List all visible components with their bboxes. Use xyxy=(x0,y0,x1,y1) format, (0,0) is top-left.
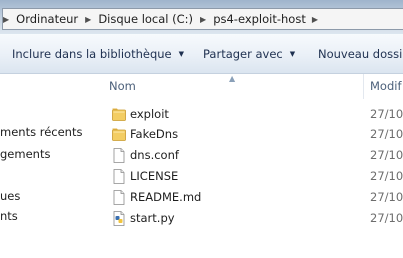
folder-icon xyxy=(112,108,126,121)
file-name: FakeDns xyxy=(130,127,179,141)
file-name: start.py xyxy=(130,211,175,225)
address-bar-strip: ▶ Ordinateur ▶ Disque local (C:) ▶ ps4-e… xyxy=(0,0,403,34)
include-in-library-button[interactable]: Inclure dans la bibliothèque ▼ xyxy=(12,47,184,61)
python-file-icon xyxy=(113,211,125,226)
file-name: LICENSE xyxy=(130,169,179,183)
chevron-right-icon[interactable]: ▶ xyxy=(3,15,15,24)
file-row-fakedns[interactable]: FakeDns 27/10/ xyxy=(98,124,403,144)
file-date: 27/10/ xyxy=(370,211,403,225)
file-list: exploit 27/10/ FakeDns 27/10/ dns.conf 2… xyxy=(98,99,403,258)
column-modified-header[interactable]: Modif xyxy=(370,79,402,93)
breadcrumb-local-disk[interactable]: Disque local (C:) xyxy=(97,12,194,26)
folder-icon xyxy=(112,128,126,141)
include-in-library-label: Inclure dans la bibliothèque xyxy=(12,47,172,61)
nav-item-downloads[interactable]: gements xyxy=(0,147,50,161)
chevron-right-icon[interactable]: ▶ xyxy=(307,15,324,24)
nav-item-recent-places[interactable]: ments récents xyxy=(0,125,82,139)
chevron-right-icon[interactable]: ▶ xyxy=(79,15,97,24)
nav-item-documents[interactable]: nts xyxy=(0,209,18,223)
file-date: 27/10/ xyxy=(370,190,403,204)
nav-item-libraries[interactable]: ues xyxy=(0,189,20,203)
command-toolbar: Inclure dans la bibliothèque ▼ Partager … xyxy=(0,34,403,74)
document-icon xyxy=(113,190,125,205)
sort-ascending-icon: ▲ xyxy=(229,74,236,83)
breadcrumb-current-folder[interactable]: ps4-exploit-host xyxy=(212,12,307,26)
share-with-label: Partager avec xyxy=(203,47,283,61)
file-row-dns-conf[interactable]: dns.conf 27/10/ xyxy=(98,145,403,165)
file-name: exploit xyxy=(130,107,169,121)
caret-down-icon: ▼ xyxy=(178,50,185,58)
file-row-readme[interactable]: README.md 27/10/ xyxy=(98,187,403,207)
new-folder-label: Nouveau dossie xyxy=(318,47,403,61)
file-date: 27/10/ xyxy=(370,127,403,141)
breadcrumb-ordinateur[interactable]: Ordinateur xyxy=(15,12,79,26)
file-name: dns.conf xyxy=(130,148,179,162)
column-name-header[interactable]: Nom xyxy=(109,79,136,93)
navigation-pane: ments récents gements ues nts xyxy=(0,74,98,258)
address-bar[interactable]: ▶ Ordinateur ▶ Disque local (C:) ▶ ps4-e… xyxy=(2,8,403,30)
column-header: Nom ▲ Modif xyxy=(98,74,403,99)
document-icon xyxy=(113,148,125,163)
file-row-license[interactable]: LICENSE 27/10/ xyxy=(98,166,403,186)
column-divider[interactable] xyxy=(363,74,364,99)
share-with-button[interactable]: Partager avec ▼ xyxy=(203,47,295,61)
file-date: 27/10/ xyxy=(370,169,403,183)
caret-down-icon: ▼ xyxy=(289,50,296,58)
file-name: README.md xyxy=(130,190,202,204)
file-date: 27/10/ xyxy=(370,148,403,162)
new-folder-button[interactable]: Nouveau dossie xyxy=(318,47,403,61)
file-date: 27/10/ xyxy=(370,107,403,121)
chevron-right-icon[interactable]: ▶ xyxy=(194,15,212,24)
file-row-exploit[interactable]: exploit 27/10/ xyxy=(98,104,403,124)
file-row-start-py[interactable]: start.py 27/10/ xyxy=(98,208,403,228)
document-icon xyxy=(113,169,125,184)
